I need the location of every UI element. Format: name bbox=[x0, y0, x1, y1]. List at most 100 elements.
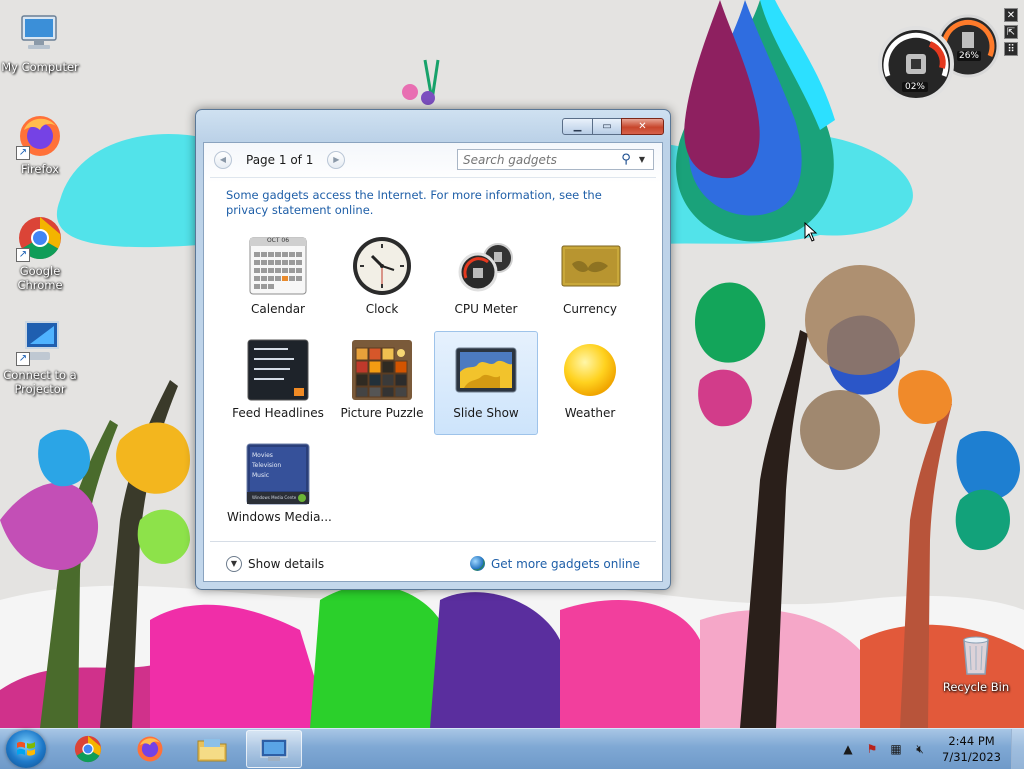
get-more-label: Get more gadgets online bbox=[490, 556, 640, 571]
cpu-meter-dials bbox=[878, 14, 1000, 102]
desktop-icon-label: My Computer bbox=[1, 60, 79, 74]
computer-icon bbox=[16, 10, 64, 58]
privacy-notice-link[interactable]: Some gadgets access the Internet. For mo… bbox=[226, 188, 646, 218]
gadget-tile-cpu-meter[interactable]: CPU Meter bbox=[434, 227, 538, 331]
window-controls: ▁ ▭ ✕ bbox=[562, 118, 664, 135]
folder-icon bbox=[197, 739, 227, 762]
memory-usage-readout: 26% bbox=[957, 51, 981, 61]
gadget-label: Windows Media... bbox=[227, 510, 332, 524]
volume-muted-icon[interactable]: 🔇︎ bbox=[911, 740, 929, 758]
cpu-usage-readout: 02% bbox=[902, 82, 928, 92]
show-details-button[interactable]: ▼ Show details bbox=[226, 556, 324, 572]
gallery-content: ◀ Page 1 of 1 ▶ ⚲ ▼ Some gadgets access … bbox=[203, 142, 663, 582]
desktop-icon-firefox[interactable]: ↗ Firefox bbox=[0, 112, 80, 176]
mouse-cursor-icon bbox=[804, 222, 818, 242]
chevron-down-icon: ▼ bbox=[226, 556, 242, 572]
divider bbox=[210, 177, 656, 178]
weather-icon bbox=[558, 338, 622, 402]
show-desktop-button[interactable] bbox=[1011, 729, 1024, 769]
gadget-label: Picture Puzzle bbox=[340, 406, 424, 420]
taskbar-chrome-button[interactable] bbox=[60, 730, 116, 768]
gadget-label: Feed Headlines bbox=[232, 406, 324, 420]
desktop-icon-label: Firefox bbox=[20, 162, 60, 176]
network-icon[interactable]: ▦ bbox=[887, 740, 905, 758]
media-center-menu-movies: Movies bbox=[252, 452, 273, 459]
taskbar-file-explorer-button[interactable] bbox=[184, 730, 240, 768]
maximize-button[interactable]: ▭ bbox=[592, 118, 622, 135]
divider bbox=[210, 541, 656, 542]
media-center-bar-text: Windows Media Center bbox=[252, 495, 296, 500]
currency-icon bbox=[558, 234, 622, 298]
system-clock[interactable]: 2:44 PM 7/31/2023 bbox=[932, 733, 1011, 765]
shortcut-arrow-icon: ↗ bbox=[16, 248, 30, 262]
cpu-meter-icon bbox=[454, 234, 518, 298]
chrome-icon bbox=[74, 735, 102, 763]
gadget-tile-picture-puzzle[interactable]: Picture Puzzle bbox=[330, 331, 434, 435]
windows-logo-icon bbox=[17, 741, 35, 756]
desktop-icon-connect-to-projector[interactable]: ↗ Connect to a Projector bbox=[0, 318, 80, 396]
gadget-close-icon[interactable]: ✕ bbox=[1004, 8, 1018, 22]
gadget-tile-windows-media-center[interactable]: Movies Television Music Windows Media Ce… bbox=[226, 435, 332, 539]
globe-icon bbox=[469, 556, 485, 571]
gadget-label: Currency bbox=[562, 302, 618, 316]
slide-show-icon bbox=[454, 338, 518, 402]
start-button[interactable] bbox=[6, 730, 46, 768]
system-tray: ▲ ⚑ ▦ 🔇︎ 2:44 PM 7/31/2023 bbox=[836, 729, 1024, 769]
action-center-flag-icon[interactable]: ⚑ bbox=[863, 740, 881, 758]
desktop-icon-label: Recycle Bin bbox=[942, 680, 1010, 694]
desktop-icon-my-computer[interactable]: My Computer bbox=[0, 10, 80, 74]
chrome-icon: ↗ bbox=[16, 214, 64, 262]
picture-puzzle-icon bbox=[350, 338, 414, 402]
media-center-menu-music: Music bbox=[252, 472, 270, 479]
search-input[interactable] bbox=[458, 152, 618, 167]
gadget-tile-calendar[interactable]: OCT 06 Calendar bbox=[226, 227, 330, 331]
gadget-label: Calendar bbox=[251, 302, 305, 316]
gadget-drag-handle-icon[interactable]: ⠿ bbox=[1004, 42, 1018, 56]
gadget-side-controls: ✕ ⇱ ⠿ bbox=[1004, 8, 1020, 59]
firefox-icon: ↗ bbox=[16, 112, 64, 160]
shortcut-arrow-icon: ↗ bbox=[16, 352, 30, 366]
gadget-tile-slide-show[interactable]: Slide Show bbox=[434, 331, 538, 435]
shortcut-arrow-icon: ↗ bbox=[16, 146, 30, 160]
taskbar-firefox-button[interactable] bbox=[122, 730, 178, 768]
gadget-tile-weather[interactable]: Weather bbox=[538, 331, 642, 435]
clock-date: 7/31/2023 bbox=[942, 750, 1001, 764]
feed-headlines-icon bbox=[246, 338, 310, 402]
show-details-label: Show details bbox=[248, 557, 325, 571]
cpu-meter-gadget[interactable]: 02% 26% bbox=[872, 8, 1002, 102]
gadget-resize-icon[interactable]: ⇱ bbox=[1004, 25, 1018, 39]
calendar-month-label: OCT 06 bbox=[266, 237, 290, 244]
desktop-icon-label: Connect to a Projector bbox=[3, 368, 77, 396]
clock-time: 2:44 PM bbox=[948, 734, 995, 748]
gadget-tile-clock[interactable]: Clock bbox=[330, 227, 434, 331]
page-navigation: ◀ Page 1 of 1 ▶ bbox=[214, 149, 346, 171]
close-button[interactable]: ✕ bbox=[621, 118, 664, 135]
gadget-label: CPU Meter bbox=[454, 302, 518, 316]
desktop-icon-recycle-bin[interactable]: Recycle Bin bbox=[936, 630, 1016, 694]
gadget-tile-feed-headlines[interactable]: Feed Headlines bbox=[226, 331, 330, 435]
minimize-button[interactable]: ▁ bbox=[562, 118, 593, 135]
firefox-icon bbox=[137, 736, 163, 762]
windows-media-center-icon: Movies Television Music Windows Media Ce… bbox=[246, 442, 310, 506]
taskbar: ▲ ⚑ ▦ 🔇︎ 2:44 PM 7/31/2023 bbox=[0, 728, 1024, 769]
projector-icon: ↗ bbox=[16, 318, 64, 366]
media-center-menu-television: Television bbox=[252, 462, 282, 469]
chevron-down-icon[interactable]: ▼ bbox=[634, 155, 650, 164]
gadget-gallery-window: ▁ ▭ ✕ ◀ Page 1 of 1 ▶ ⚲ ▼ Some gadgets a… bbox=[195, 109, 671, 590]
get-more-gadgets-link[interactable]: Get more gadgets online bbox=[469, 556, 640, 571]
gadget-tile-currency[interactable]: Currency bbox=[538, 227, 642, 331]
next-page-button[interactable]: ▶ bbox=[327, 151, 346, 169]
calendar-icon: OCT 06 bbox=[246, 234, 310, 298]
search-icon[interactable]: ⚲ bbox=[618, 152, 634, 167]
desktop-icon-google-chrome[interactable]: ↗ Google Chrome bbox=[0, 214, 80, 292]
search-box: ⚲ ▼ bbox=[457, 149, 654, 170]
taskbar-gadget-gallery-button[interactable] bbox=[246, 730, 302, 768]
gadget-label: Weather bbox=[564, 406, 616, 420]
page-label: Page 1 of 1 bbox=[246, 153, 314, 167]
gadgets-icon bbox=[260, 738, 288, 761]
show-hidden-icons-button[interactable]: ▲ bbox=[839, 740, 857, 758]
desktop-icon-label: Google Chrome bbox=[17, 264, 63, 292]
gadget-label: Clock bbox=[365, 302, 399, 316]
previous-page-button[interactable]: ◀ bbox=[214, 151, 232, 169]
gadget-label: Slide Show bbox=[453, 406, 519, 420]
